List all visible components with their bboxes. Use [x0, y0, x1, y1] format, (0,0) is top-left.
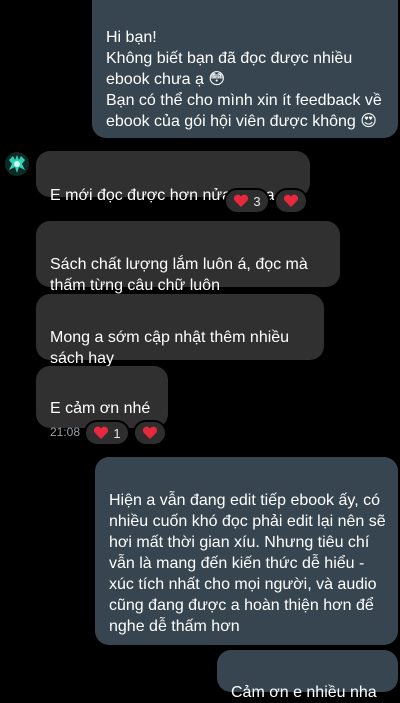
message-bubble-incoming[interactable]: Mong a sớm cập nhật thêm nhiều sách hay [36, 294, 324, 367]
message-bubble-outgoing[interactable]: Cảm ơn e nhiều nha [217, 650, 398, 701]
message-bubble-incoming[interactable]: Sách chất lượng lắm luôn á, đọc mà thấm … [36, 221, 340, 294]
message-text: Hi bạn! Không biết bạn đã đọc được nhiều… [106, 29, 382, 130]
message-bubble-incoming[interactable]: E mới đọc được hơn nửa thôi a ạ [36, 151, 310, 204]
my-reaction-badge[interactable] [274, 188, 308, 214]
reaction-count: 3 [253, 193, 261, 209]
message-text: Cảm ơn e nhiều nha [231, 684, 377, 701]
heart-icon [283, 194, 299, 207]
message-text: Sách chất lượng lắm luôn á, đọc mà thấm … [50, 256, 308, 294]
reaction-badge[interactable]: 1 [84, 420, 130, 446]
message-bubble-outgoing[interactable]: Hiện a vẫn đang edit tiếp ebook ấy, có n… [95, 457, 398, 645]
my-reaction-badge[interactable] [133, 420, 167, 446]
heart-icon [234, 194, 249, 207]
message-bubble-incoming[interactable]: E cảm ơn nhé 21:08 [36, 366, 168, 439]
reaction-badge[interactable]: 3 [224, 188, 270, 214]
avatar[interactable] [4, 151, 30, 177]
message-text: E cảm ơn nhé [50, 400, 151, 417]
reaction-count: 1 [113, 425, 121, 441]
message-text: Mong a sớm cập nhật thêm nhiều sách hay [50, 329, 290, 367]
heart-icon [142, 426, 158, 439]
heart-icon [94, 426, 109, 439]
message-bubble-outgoing[interactable]: Hi bạn! Không biết bạn đã đọc được nhiều… [92, 0, 398, 138]
message-text: Hiện a vẫn đang edit tiếp ebook ấy, có n… [109, 492, 386, 635]
